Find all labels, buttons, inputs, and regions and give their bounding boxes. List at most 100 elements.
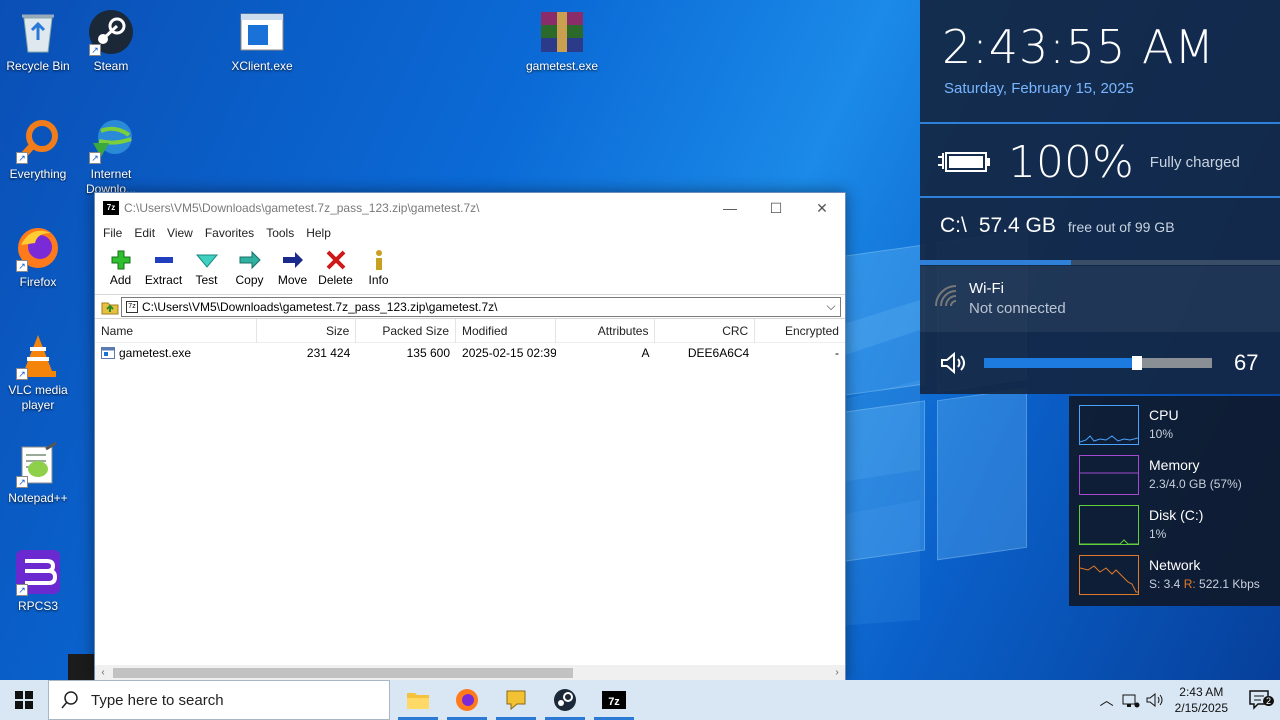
- info-label: Info: [368, 273, 389, 287]
- taskbar-date: 2/15/2025: [1174, 701, 1228, 715]
- minimize-button[interactable]: —: [707, 193, 753, 223]
- address-bar: 7z C:\Users\VM5\Downloads\gametest.7z_pa…: [95, 295, 845, 319]
- menu-view[interactable]: View: [161, 226, 199, 240]
- desktop-icon-everything[interactable]: ↗ Everything: [0, 116, 76, 182]
- file-packed-size: 135 600: [406, 346, 451, 360]
- taskbar-chat-app[interactable]: [492, 680, 540, 720]
- col-packed-size[interactable]: Packed Size: [356, 318, 457, 343]
- extract-button[interactable]: Extract: [142, 243, 185, 287]
- taskbar-file-explorer[interactable]: [394, 680, 442, 720]
- perf-name: Disk (C:): [1149, 507, 1204, 523]
- perf-item-disk[interactable]: Disk (C:) 1%: [1079, 505, 1279, 547]
- scroll-right-icon[interactable]: ›: [829, 665, 845, 681]
- desktop-icon-notepadpp[interactable]: ↗ Notepad++: [0, 440, 76, 506]
- menu-file[interactable]: File: [97, 226, 128, 240]
- desktop-icon-label: Steam: [93, 59, 129, 73]
- desktop-icon-recycle-bin[interactable]: Recycle Bin: [0, 8, 76, 74]
- copy-icon: [228, 247, 271, 273]
- desktop-icon-vlc[interactable]: ↗ VLC media player: [0, 332, 76, 413]
- maximize-button[interactable]: ☐: [753, 193, 799, 223]
- show-hidden-icons-chevron-up-icon[interactable]: ︿: [1095, 690, 1119, 710]
- taskbar-time: 2:43 AM: [1179, 685, 1224, 699]
- net-recv: 522.1 Kbps: [1199, 577, 1260, 591]
- net-recv-label: R:: [1183, 577, 1196, 591]
- col-size[interactable]: Size: [257, 318, 357, 343]
- perf-name: Memory: [1149, 457, 1200, 473]
- disk-total: free out of 99 GB: [1067, 219, 1175, 235]
- scroll-thumb[interactable]: [113, 668, 573, 678]
- add-button[interactable]: Add: [99, 243, 142, 287]
- steam-icon: [554, 689, 576, 711]
- wifi-name: Wi-Fi: [969, 280, 1004, 297]
- desktop-icon-label: Recycle Bin: [6, 59, 70, 73]
- chevron-down-icon[interactable]: ⌵: [822, 299, 840, 314]
- volume-icon[interactable]: [1143, 692, 1167, 708]
- network-graph: [1079, 555, 1139, 595]
- desktop-icon-rpcs3[interactable]: ↗ RPCS3: [0, 548, 76, 614]
- widget-clock: 2:43:55 AM: [942, 20, 1216, 74]
- network-icon[interactable]: [1119, 692, 1143, 708]
- horizontal-scrollbar[interactable]: ‹ ›: [95, 665, 845, 681]
- col-attributes[interactable]: Attributes: [556, 318, 656, 343]
- menu-bar: File Edit View Favorites Tools Help: [95, 223, 845, 243]
- info-button[interactable]: Info: [357, 243, 400, 287]
- desktop-icon-gametest[interactable]: gametest.exe: [524, 8, 600, 74]
- path-field[interactable]: 7z C:\Users\VM5\Downloads\gametest.7z_pa…: [121, 296, 841, 317]
- add-icon: [99, 247, 142, 273]
- 7zip-icon: 7z: [602, 691, 626, 709]
- volume-section: 67: [940, 348, 1270, 378]
- system-widget: 2:43:55 AM Saturday, February 15, 2025 1…: [920, 0, 1280, 394]
- close-button[interactable]: ✕: [799, 193, 845, 223]
- menu-help[interactable]: Help: [300, 226, 337, 240]
- table-row[interactable]: gametest.exe 231 424 135 600 2025-02-15 …: [95, 343, 845, 363]
- wifi-section[interactable]: Wi-Fi Not connected: [920, 266, 1280, 332]
- desktop-icon-label: Everything: [9, 167, 67, 181]
- volume-slider[interactable]: [984, 356, 1212, 370]
- col-crc[interactable]: CRC: [655, 318, 756, 343]
- delete-button[interactable]: Delete: [314, 243, 357, 287]
- menu-tools[interactable]: Tools: [260, 226, 300, 240]
- scroll-left-icon[interactable]: ‹: [95, 665, 111, 681]
- search-input[interactable]: [91, 691, 371, 709]
- battery-percent: 100%: [1008, 136, 1134, 188]
- move-button[interactable]: Move: [271, 243, 314, 287]
- speaker-icon[interactable]: [940, 351, 968, 375]
- col-encrypted[interactable]: Encrypted: [755, 319, 845, 343]
- extract-icon: [142, 247, 185, 273]
- taskbar-steam[interactable]: [541, 680, 589, 720]
- background-window-edge: [68, 654, 94, 680]
- perf-item-network[interactable]: Network S: 3.4 R: 522.1 Kbps: [1079, 555, 1279, 597]
- folder-icon: [407, 693, 429, 709]
- desktop-icon-steam[interactable]: ↗ Steam: [73, 8, 149, 74]
- folder-up-button[interactable]: [99, 297, 121, 317]
- menu-edit[interactable]: Edit: [128, 226, 161, 240]
- test-button[interactable]: Test: [185, 243, 228, 287]
- perf-item-cpu[interactable]: CPU 10%: [1079, 405, 1279, 447]
- taskbar-search[interactable]: [48, 680, 390, 720]
- svg-text:7z: 7z: [608, 696, 620, 708]
- perf-item-memory[interactable]: Memory 2.3/4.0 GB (57%): [1079, 455, 1279, 497]
- desktop-icon-internet-download-manager[interactable]: ↗ Internet Downlo...: [73, 116, 149, 197]
- col-name[interactable]: Name: [95, 318, 257, 343]
- 7zip-window[interactable]: 7z C:\Users\VM5\Downloads\gametest.7z_pa…: [94, 192, 846, 682]
- desktop-icon-label: XClient.exe: [231, 59, 293, 73]
- taskbar-clock[interactable]: 2:43 AM 2/15/2025: [1175, 684, 1228, 716]
- file-encrypted: -: [834, 346, 839, 360]
- copy-button[interactable]: Copy: [228, 243, 271, 287]
- taskbar-7zip[interactable]: 7z: [590, 680, 638, 720]
- wifi-status: Not connected: [969, 300, 1066, 317]
- menu-favorites[interactable]: Favorites: [199, 226, 260, 240]
- start-button[interactable]: [0, 680, 48, 720]
- taskbar-firefox[interactable]: [443, 680, 491, 720]
- title-bar[interactable]: 7z C:\Users\VM5\Downloads\gametest.7z_pa…: [95, 193, 845, 223]
- extract-label: Extract: [144, 273, 183, 287]
- recycle-bin-icon: [14, 8, 62, 56]
- desktop-icon-xclient[interactable]: XClient.exe: [224, 8, 300, 74]
- rpcs3-icon: ↗: [14, 548, 62, 596]
- desktop-icon-firefox[interactable]: ↗ Firefox: [0, 224, 76, 290]
- window-title: C:\Users\VM5\Downloads\gametest.7z_pass_…: [124, 201, 480, 215]
- volume-slider-thumb[interactable]: [1131, 356, 1142, 370]
- col-modified[interactable]: Modified: [456, 318, 556, 343]
- disk-graph: [1079, 505, 1139, 545]
- notifications-button[interactable]: 2: [1240, 690, 1280, 710]
